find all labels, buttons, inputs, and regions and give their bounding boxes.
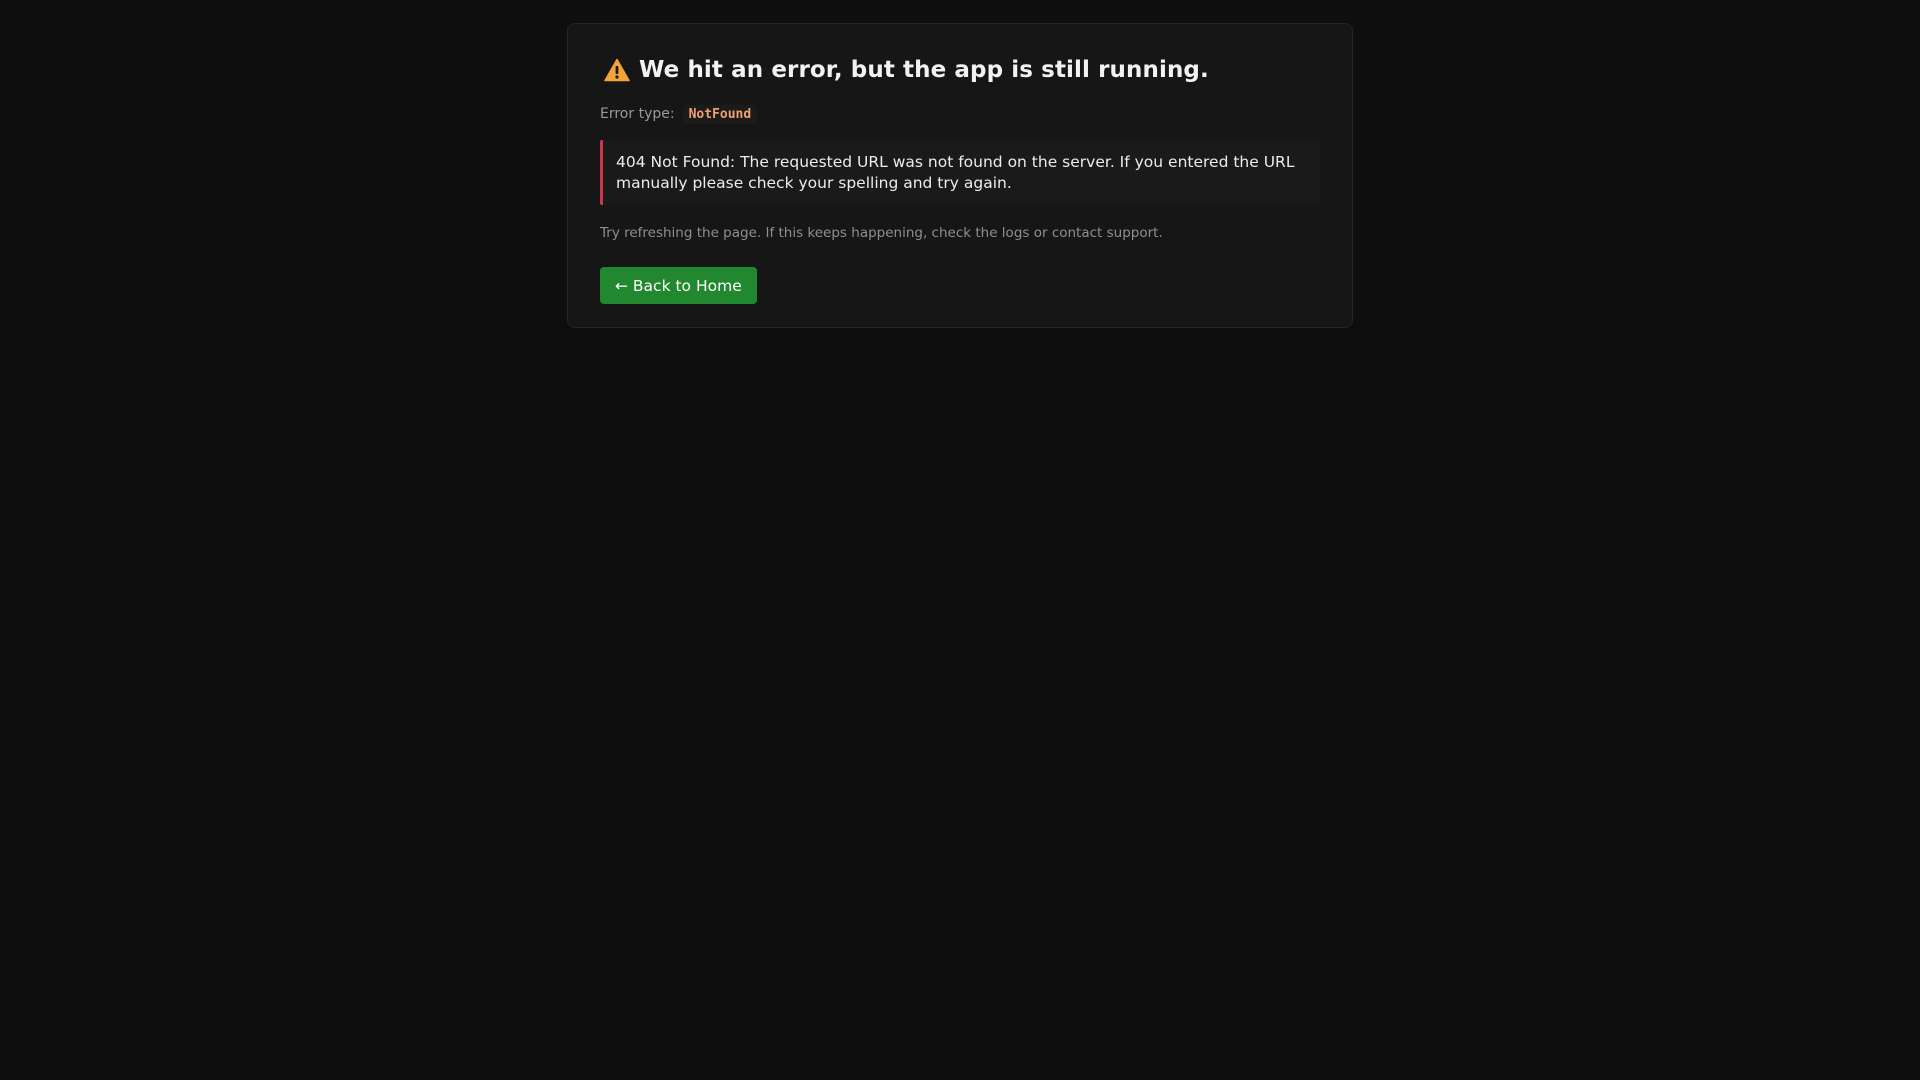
back-to-home-button[interactable]: ← Back to Home xyxy=(600,267,757,304)
warning-triangle-icon xyxy=(604,58,630,82)
error-hint: Try refreshing the page. If this keeps h… xyxy=(600,225,1163,241)
error-header: We hit an error, but the app is still ru… xyxy=(604,53,1320,87)
error-type-value: NotFound xyxy=(682,104,758,124)
error-title: We hit an error, but the app is still ru… xyxy=(639,57,1209,83)
error-message: 404 Not Found: The requested URL was not… xyxy=(600,140,1320,205)
error-type-row: Error type: NotFound xyxy=(600,103,1320,125)
error-card: We hit an error, but the app is still ru… xyxy=(567,23,1353,328)
error-page: We hit an error, but the app is still ru… xyxy=(0,0,1920,1080)
error-type-label: Error type: xyxy=(600,106,675,122)
